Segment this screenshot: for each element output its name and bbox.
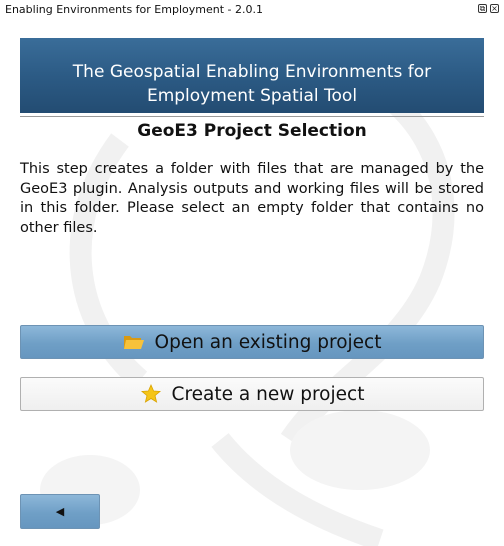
close-window-icon[interactable]: × bbox=[490, 4, 499, 13]
banner-title-line-2: Employment Spatial Tool bbox=[146, 86, 358, 106]
header-divider bbox=[20, 116, 484, 117]
banner-title-line-1: The Geospatial Enabling Environments for bbox=[72, 62, 432, 82]
create-new-project-button[interactable]: Create a new project bbox=[20, 377, 484, 411]
description-text: This step creates a folder with files th… bbox=[20, 161, 484, 236]
open-existing-project-label: Open an existing project bbox=[154, 331, 382, 353]
star-icon bbox=[140, 384, 161, 403]
window-title: Enabling Environments for Employment - 2… bbox=[5, 3, 263, 16]
page-title: GeoE3 Project Selection bbox=[137, 121, 367, 141]
window-titlebar: Enabling Environments for Employment - 2… bbox=[0, 0, 504, 20]
open-existing-project-button[interactable]: Open an existing project bbox=[20, 325, 484, 359]
back-arrow-icon: ◀ bbox=[55, 505, 65, 518]
float-window-icon[interactable]: ⧉ bbox=[478, 4, 487, 13]
create-new-project-label: Create a new project bbox=[171, 383, 365, 405]
folder-icon bbox=[123, 336, 144, 349]
banner-title: The Geospatial Enabling Environments for… bbox=[20, 60, 484, 108]
header-banner: The Geospatial Enabling Environments for… bbox=[20, 38, 484, 113]
back-button[interactable]: ◀ bbox=[20, 494, 100, 529]
